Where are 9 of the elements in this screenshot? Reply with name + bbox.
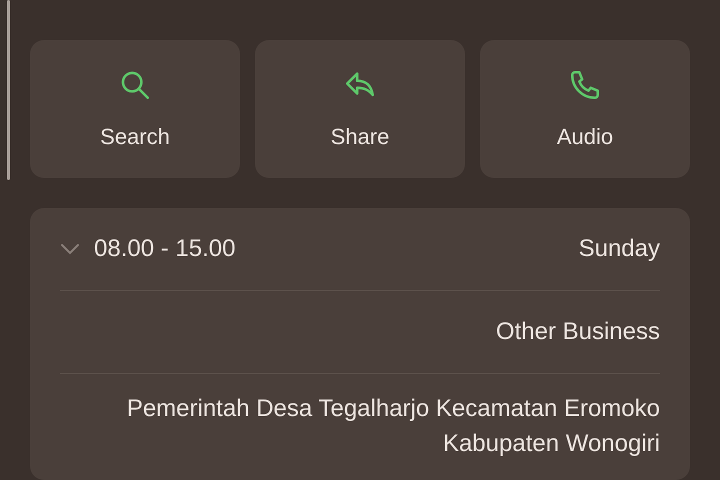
category-text: Other Business <box>496 316 660 347</box>
hours-text: 08.00 - 15.00 <box>94 234 236 264</box>
action-button[interactable]: Share <box>255 40 465 178</box>
address-text: Pemerintah Desa Tegalharjo Kecamatan Eromoko Kabupaten Wonogiri <box>126 394 660 459</box>
action-button[interactable]: Audio <box>480 40 690 178</box>
chevron-icon[interactable] <box>60 242 80 255</box>
day-label: Sunday <box>578 234 660 264</box>
action-button[interactable]: Search <box>30 40 240 178</box>
phone-icon <box>568 68 602 102</box>
